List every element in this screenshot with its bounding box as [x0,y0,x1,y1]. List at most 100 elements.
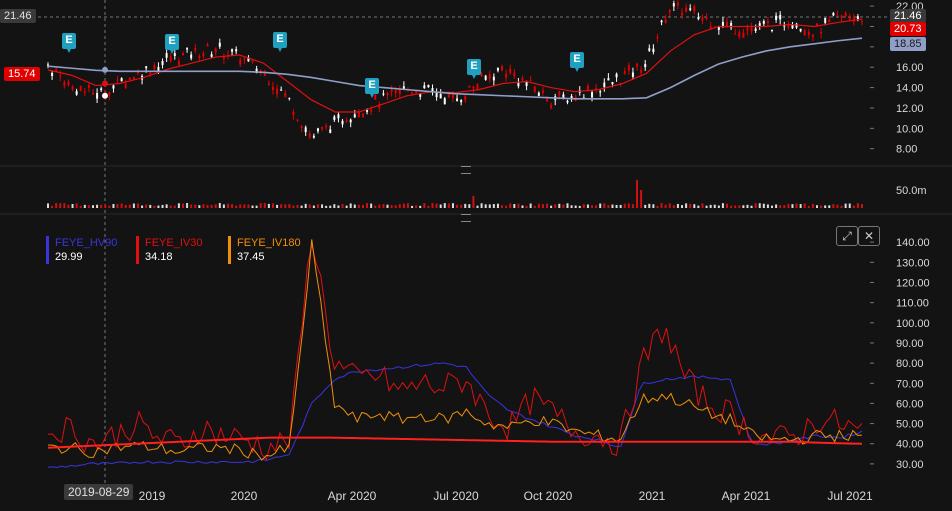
volume-bar [861,204,863,208]
close-pane-icon[interactable]: ✕ [858,226,880,246]
price-candle [206,44,209,47]
earnings-badge[interactable]: E [467,59,481,79]
indicator-axis-label: 70.00 [896,378,924,390]
volume-bar [83,204,86,208]
price-candle [186,48,189,50]
volume-bar [517,203,520,208]
volume-bar [828,205,831,208]
volume-bar [685,203,688,208]
pane-resize-handle[interactable] [461,214,471,222]
price-candle [627,65,630,71]
volume-bar [529,203,532,208]
volume-bar [713,204,716,208]
volume-bar [263,203,266,208]
volume-bar [239,204,242,208]
volume-bar [149,204,152,208]
volume-bar [451,203,454,208]
price-candle [435,93,438,98]
price-candle [464,96,467,101]
volume-bar [210,204,213,208]
price-candle [451,95,454,99]
price-candle [439,94,442,99]
volume-bar [251,205,254,208]
price-candle [668,10,671,13]
price-candle [63,82,66,86]
volume-bar [173,205,176,208]
earnings-badge[interactable]: E [273,32,287,52]
volume-bar [51,205,54,208]
volume-bar [267,203,270,208]
volume-bar [627,203,630,208]
x-axis-label: Jul 2020 [433,489,479,503]
price-candle [83,91,86,93]
indicator-axis-label: 140.00 [896,237,930,249]
earnings-badge[interactable]: E [570,52,584,72]
indicator-axis-label: 60.00 [896,398,924,410]
price-candle [382,93,385,95]
volume-bar [476,205,479,208]
price-candle [480,73,483,77]
volume-bar [456,204,459,208]
price-candle [652,48,655,53]
volume-bar [644,204,647,208]
volume-bar [374,205,377,208]
volume-bar [775,204,778,208]
price-candle [566,100,569,103]
volume-bar [668,203,671,208]
volume-bar [67,204,70,208]
price-candle [79,86,82,91]
earnings-badge[interactable]: E [62,33,76,53]
price-candle [321,126,324,129]
pane-resize-handle[interactable] [461,166,471,174]
indicator-line-2 [47,239,863,461]
volume-bar [652,204,655,208]
x-axis-label: 2019 [139,489,166,503]
volume-bar [599,203,602,208]
price-candle [402,86,405,89]
volume-bar [820,205,823,208]
price-candle [848,17,851,20]
volume-bar [832,204,835,208]
indicator-axis-label: 50.00 [896,419,924,431]
price-candle [153,64,156,70]
volume-bar [726,203,729,208]
price-candle [762,21,765,24]
indicator-line-1 [47,244,863,461]
price-candle [705,17,708,19]
price-candle [640,69,643,73]
price-candle [325,125,328,128]
price-candle [312,135,315,138]
volume-bar [333,204,336,208]
earnings-badge[interactable]: E [365,78,379,98]
volume-bar [71,204,74,208]
volume-bar [766,204,769,208]
price-candle [541,90,544,93]
earnings-badge[interactable]: E [165,34,179,54]
price-candle [411,92,414,94]
price-candle [267,83,270,85]
maximize-pane-icon[interactable]: ⤢ [836,226,858,246]
volume-bar [574,205,577,208]
volume-bar [378,204,381,208]
volume-bar [611,204,614,208]
ma-slow-price-tag: 18.85 [890,37,926,51]
volume-bar [361,204,364,208]
volume-bar [398,204,401,208]
volume-bar [439,204,442,208]
price-candle [836,15,839,17]
volume-bar [730,205,733,208]
price-candle [271,86,274,91]
price-candle [636,63,639,67]
volume-bar [427,205,430,208]
price-candle [427,84,430,88]
price-candle [71,86,74,90]
volume-bar [153,205,156,208]
price-candle [811,34,814,37]
price-candle [390,89,393,92]
price-candle [210,54,213,57]
price-candle [681,12,684,16]
legend-iv30: FEYE_IV30 34.18 [136,236,202,264]
price-candle [91,92,94,95]
volume-bar [292,205,295,208]
price-candle [501,66,504,71]
